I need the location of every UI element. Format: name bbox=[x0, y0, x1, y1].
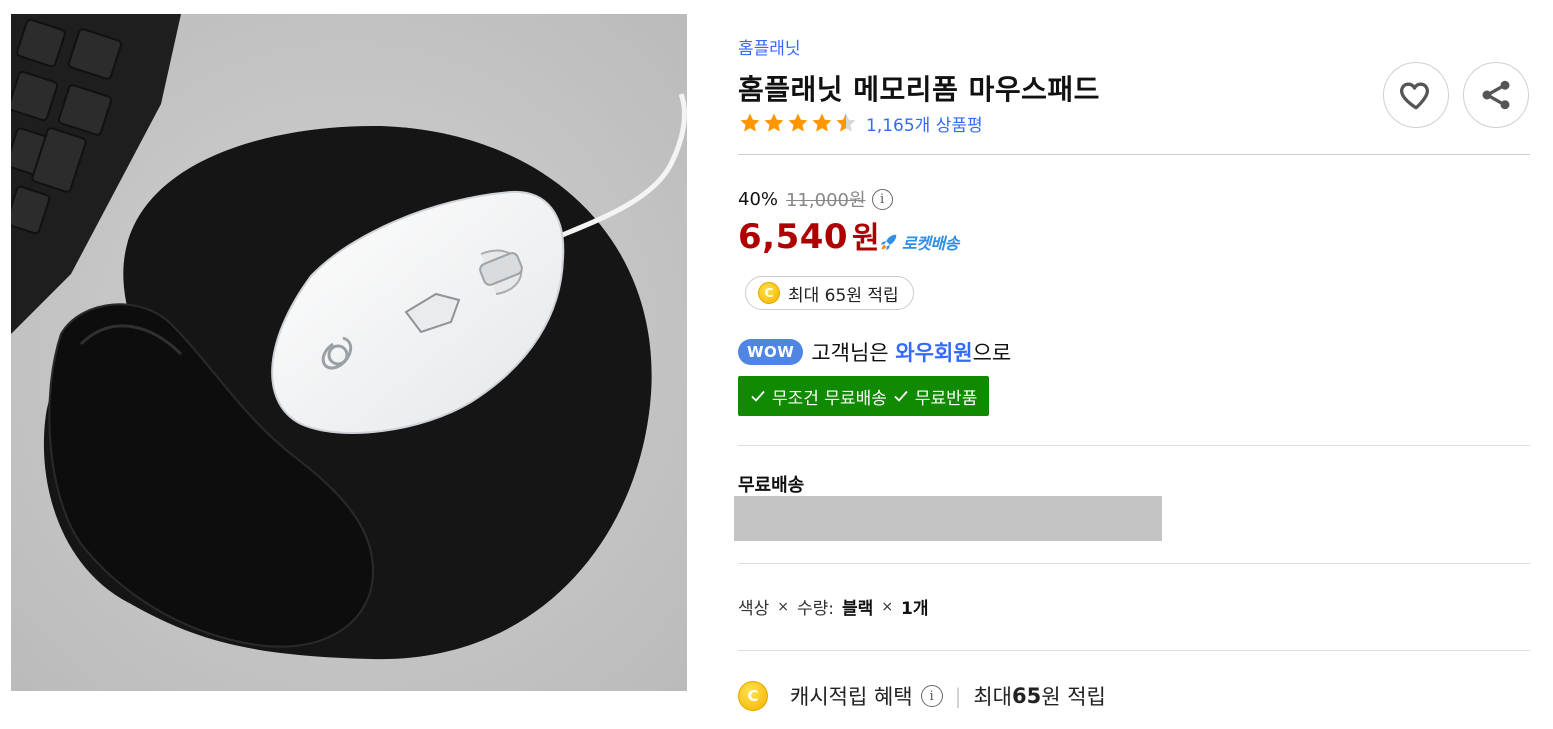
wow-suffix: 으로 bbox=[972, 341, 1012, 365]
points-chip: C 최대 65원 적립 bbox=[745, 276, 914, 310]
option-value-qty: 1개 bbox=[901, 599, 929, 619]
wow-prefix: 고객님은 bbox=[811, 341, 896, 365]
sale-price-amount: 6,540 bbox=[738, 217, 849, 257]
times-icon: × bbox=[777, 598, 790, 615]
half-star-icon bbox=[836, 113, 856, 132]
star-icon bbox=[812, 113, 832, 132]
share-icon bbox=[1482, 80, 1510, 110]
divider bbox=[738, 650, 1530, 651]
cash-benefit-suffix: 원 적립 bbox=[1041, 685, 1106, 709]
separator: | bbox=[954, 684, 962, 708]
option-value-color: 블랙 bbox=[842, 599, 874, 619]
brand-link[interactable]: 홈플래닛 bbox=[738, 34, 801, 59]
discount-row: 40% 11,000원 i bbox=[738, 185, 893, 213]
redacted-shipping-info bbox=[734, 496, 1162, 541]
review-count-link[interactable]: 1,165개 상품평 bbox=[866, 111, 983, 136]
divider bbox=[738, 154, 1530, 155]
wow-benefit-bar: 무조건 무료배송 무료반품 bbox=[738, 376, 990, 416]
star-icon bbox=[764, 113, 784, 132]
product-info-panel: 홈플래닛 홈플래닛 메모리폼 마우스패드 1,165개 상품평 40% 11,0… bbox=[734, 0, 1530, 729]
sale-price: 6,540 원 bbox=[738, 213, 880, 257]
times-icon: × bbox=[881, 598, 894, 615]
wow-member-text: 고객님은 와우회원으로 bbox=[811, 337, 1011, 367]
points-chip-text: 최대 65원 적립 bbox=[788, 285, 899, 306]
divider bbox=[738, 563, 1530, 564]
cash-benefit-row: C 캐시적립 혜택 i | 최대 65 원 적립 bbox=[738, 680, 1106, 712]
original-price: 11,000원 bbox=[786, 190, 866, 211]
info-icon[interactable]: i bbox=[871, 188, 893, 210]
heart-icon bbox=[1400, 82, 1429, 110]
wishlist-button[interactable] bbox=[1383, 62, 1449, 128]
divider bbox=[738, 445, 1530, 446]
rocket-delivery-label: 로켓배송 bbox=[902, 234, 959, 253]
product-image[interactable] bbox=[11, 14, 687, 691]
star-icon bbox=[788, 113, 808, 132]
cash-benefit-prefix: 최대 bbox=[973, 685, 1012, 709]
check-icon bbox=[751, 390, 765, 402]
discount-rate: 40% bbox=[738, 188, 779, 210]
option-label-qty: 수량: bbox=[797, 599, 835, 619]
wow-member-row: WOW 고객님은 와우회원으로 bbox=[738, 337, 1011, 367]
wow-badge: WOW bbox=[738, 339, 804, 365]
rating-stars bbox=[738, 111, 858, 135]
check-icon bbox=[894, 390, 908, 402]
cash-benefit-label: 캐시적립 혜택 bbox=[790, 685, 913, 709]
option-summary: 색상 × 수량: 블랙 × 1개 bbox=[738, 594, 929, 620]
product-title: 홈플래닛 메모리폼 마우스패드 bbox=[738, 73, 1100, 106]
option-label-color: 색상 bbox=[738, 599, 770, 619]
shipping-label: 무료배송 bbox=[738, 475, 805, 496]
star-icon bbox=[740, 113, 760, 132]
rating-row: 1,165개 상품평 bbox=[738, 110, 983, 136]
cash-coin-icon: C bbox=[738, 681, 768, 711]
sale-price-unit: 원 bbox=[852, 221, 881, 256]
wow-highlight[interactable]: 와우회원 bbox=[895, 341, 972, 365]
cash-benefit-amount: 65 bbox=[1012, 684, 1042, 708]
rocket-icon bbox=[880, 234, 897, 251]
info-icon[interactable]: i bbox=[920, 685, 943, 707]
rocket-delivery-badge: 로켓배송 bbox=[878, 230, 959, 254]
benefit-free-shipping: 무조건 무료배송 bbox=[772, 388, 887, 409]
share-button[interactable] bbox=[1463, 62, 1529, 128]
benefit-free-return: 무료반품 bbox=[914, 388, 978, 409]
cash-coin-icon: C bbox=[758, 282, 780, 304]
